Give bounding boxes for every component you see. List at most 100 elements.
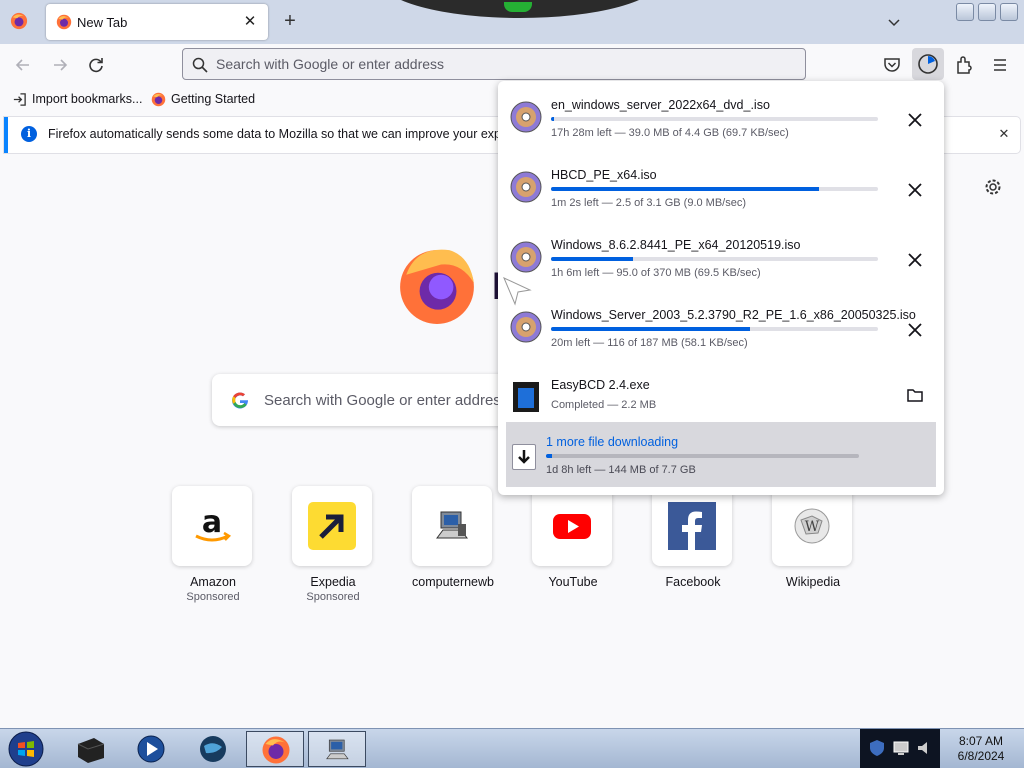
shortcut-tile-amazon[interactable]: a Amazon Sponsored <box>172 486 254 603</box>
download-status: 1d 8h left — 144 MB of 7.7 GB <box>546 464 696 476</box>
youtube-icon <box>553 514 591 539</box>
svg-text:a: a <box>202 505 222 540</box>
more-downloads-summary[interactable]: 1 more file downloading 1d 8h left — 144… <box>506 422 936 487</box>
list-all-tabs-icon[interactable] <box>886 14 902 30</box>
firefox-icon <box>262 736 290 764</box>
firefox-favicon-icon <box>56 14 72 30</box>
tile-icon-box <box>652 486 732 566</box>
taskbar-item-media-player[interactable] <box>122 731 180 767</box>
shortcut-tile-wikipedia[interactable]: W Wikipedia <box>772 486 854 589</box>
wikipedia-icon: W <box>794 508 830 544</box>
download-item[interactable]: Windows_8.6.2.8441_PE_x64_20120519.iso 1… <box>498 221 944 291</box>
download-progress-bar <box>551 327 878 331</box>
start-button-icon[interactable] <box>8 731 44 767</box>
tab-strip: New Tab ✕ + <box>0 0 1024 44</box>
indicator-light <box>504 2 532 12</box>
url-input[interactable] <box>216 49 796 79</box>
expedia-icon <box>308 502 356 550</box>
google-icon <box>232 392 249 409</box>
download-filename: en_windows_server_2022x64_dvd_.iso <box>551 98 770 112</box>
download-item-completed[interactable]: EasyBCD 2.4.exe Completed — 2.2 MB <box>498 361 944 431</box>
taskbar-item-computer[interactable] <box>308 731 366 767</box>
download-arrow-icon <box>512 444 536 470</box>
tile-label: Facebook <box>665 575 721 589</box>
download-item[interactable]: HBCD_PE_x64.iso 1m 2s left — 2.5 of 3.1 … <box>498 151 944 221</box>
extensions-icon[interactable] <box>952 53 976 77</box>
tab-close-icon[interactable]: ✕ <box>240 12 260 32</box>
titlebar-decoration <box>380 0 660 18</box>
cancel-download-icon[interactable] <box>904 179 926 201</box>
shield-icon[interactable] <box>868 739 886 757</box>
downloads-panel: en_windows_server_2022x64_dvd_.iso 17h 2… <box>498 81 944 495</box>
tile-label: YouTube <box>548 575 598 589</box>
tile-icon-box <box>532 486 612 566</box>
cancel-download-icon[interactable] <box>904 109 926 131</box>
download-filename: EasyBCD 2.4.exe <box>551 378 650 392</box>
system-tray <box>860 729 940 768</box>
taskbar-item-firefox[interactable] <box>246 731 304 767</box>
import-icon <box>13 93 26 106</box>
more-files-link[interactable]: 1 more file downloading <box>546 435 678 449</box>
shortcut-tile-expedia[interactable]: Expedia Sponsored <box>292 486 374 603</box>
volume-icon[interactable] <box>916 739 934 757</box>
close-window-button[interactable] <box>1000 3 1018 21</box>
menu-hamburger-icon[interactable] <box>988 53 1012 77</box>
firefox-view-icon[interactable] <box>10 12 28 30</box>
media-player-icon <box>137 735 165 763</box>
bookmark-label: Getting Started <box>171 92 256 106</box>
window-controls <box>956 3 1020 23</box>
downloads-progress-icon <box>918 54 938 74</box>
taskbar: 8:07 AM 6/8/2024 <box>0 728 1024 768</box>
gear-icon[interactable] <box>984 178 1002 196</box>
bookmark-getting-started[interactable]: Getting Started <box>151 91 261 109</box>
tab-title: New Tab <box>77 15 128 30</box>
black-box-icon <box>77 738 105 763</box>
svg-text:W: W <box>805 519 820 535</box>
restore-button[interactable] <box>978 3 996 21</box>
open-folder-icon[interactable] <box>906 386 924 404</box>
download-progress-bar <box>546 454 859 458</box>
tile-sponsored: Sponsored <box>306 591 360 603</box>
disc-icon <box>510 101 542 133</box>
bookmark-label: Import bookmarks... <box>32 92 143 106</box>
mouse-cursor-icon <box>503 277 532 306</box>
network-icon[interactable] <box>892 739 910 757</box>
pocket-icon[interactable] <box>880 53 904 77</box>
firefox-icon <box>151 92 166 107</box>
download-item[interactable]: en_windows_server_2022x64_dvd_.iso 17h 2… <box>498 81 944 151</box>
notice-close-icon[interactable]: ✕ <box>994 124 1014 144</box>
taskbar-item-globe[interactable] <box>184 731 242 767</box>
reload-icon[interactable] <box>85 54 107 76</box>
navigation-toolbar <box>0 44 1024 85</box>
tile-label: Amazon <box>190 575 236 589</box>
bookmark-import[interactable]: Import bookmarks... <box>12 91 142 109</box>
disc-icon <box>510 311 542 343</box>
back-arrow-icon[interactable] <box>12 54 34 76</box>
taskbar-item-media-center[interactable] <box>60 731 118 767</box>
computer-icon <box>436 511 468 539</box>
exe-icon <box>513 382 539 412</box>
clock[interactable]: 8:07 AM 6/8/2024 <box>946 734 1016 764</box>
download-item[interactable]: Windows_Server_2003_5.2.3790_R2_PE_1.6_x… <box>498 291 944 361</box>
cancel-download-icon[interactable] <box>904 319 926 341</box>
tile-label: Expedia <box>310 575 356 589</box>
shortcut-tile-youtube[interactable]: YouTube <box>532 486 614 589</box>
cancel-download-icon[interactable] <box>904 249 926 271</box>
facebook-icon <box>668 502 716 550</box>
forward-arrow-icon[interactable] <box>49 54 71 76</box>
globe-icon <box>200 736 226 762</box>
tile-sponsored: Sponsored <box>186 591 240 603</box>
shortcut-tile-facebook[interactable]: Facebook <box>652 486 734 589</box>
minimize-button[interactable] <box>956 3 974 21</box>
downloads-button[interactable] <box>912 48 944 80</box>
new-tab-button[interactable]: + <box>280 11 300 31</box>
tile-label: Wikipedia <box>785 575 841 589</box>
tile-icon-box: W <box>772 486 852 566</box>
tab-new-tab[interactable]: New Tab ✕ <box>46 4 268 40</box>
search-icon <box>192 57 208 73</box>
shortcut-tile-computernewb[interactable]: computernewb <box>412 486 494 589</box>
download-status: 20m left — 116 of 187 MB (58.1 KB/sec) <box>551 337 748 349</box>
download-progress-bar <box>551 117 878 121</box>
address-bar[interactable] <box>182 48 806 80</box>
computer-icon <box>326 739 349 760</box>
